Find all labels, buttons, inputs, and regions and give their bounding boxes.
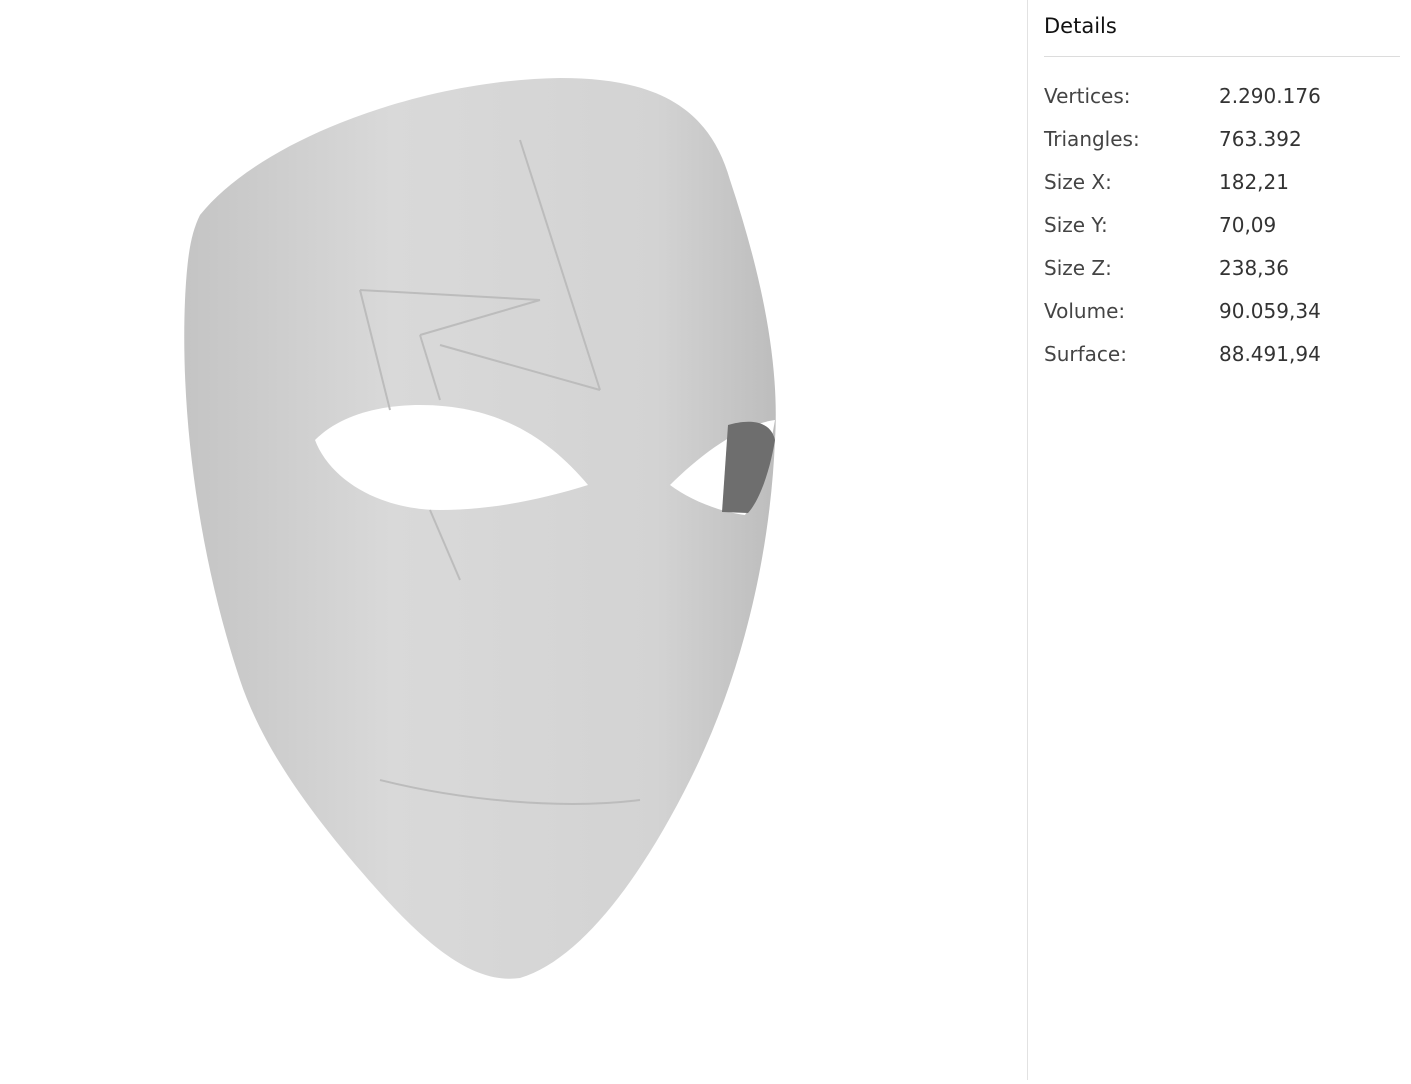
detail-value: 88.491,94 [1219, 341, 1321, 366]
3d-model-viewer[interactable] [0, 0, 1027, 1080]
detail-label: Triangles: [1044, 126, 1140, 151]
details-panel: Details Vertices: 2.290.176 Triangles: 763… [1044, 0, 1400, 375]
detail-row-vertices: Vertices: 2.290.176 [1044, 74, 1400, 117]
detail-label: Size X: [1044, 169, 1112, 194]
detail-row-size-z: Size Z: 238,36 [1044, 246, 1400, 289]
detail-value: 90.059,34 [1219, 298, 1321, 323]
detail-label: Size Z: [1044, 255, 1112, 280]
detail-value: 70,09 [1219, 212, 1277, 237]
mask-model [184, 78, 776, 979]
detail-row-surface: Surface: 88.491,94 [1044, 332, 1400, 375]
detail-row-triangles: Triangles: 763.392 [1044, 117, 1400, 160]
panel-divider [1027, 0, 1028, 1080]
detail-row-volume: Volume: 90.059,34 [1044, 289, 1400, 332]
detail-value: 2.290.176 [1219, 83, 1321, 108]
detail-value: 182,21 [1219, 169, 1289, 194]
detail-row-size-x: Size X: 182,21 [1044, 160, 1400, 203]
detail-label: Surface: [1044, 341, 1127, 366]
title-divider [1044, 56, 1400, 57]
detail-value: 238,36 [1219, 255, 1289, 280]
detail-label: Size Y: [1044, 212, 1108, 237]
detail-row-size-y: Size Y: 70,09 [1044, 203, 1400, 246]
detail-label: Vertices: [1044, 83, 1131, 108]
detail-value: 763.392 [1219, 126, 1302, 151]
details-title: Details [1044, 14, 1117, 38]
detail-label: Volume: [1044, 298, 1126, 323]
